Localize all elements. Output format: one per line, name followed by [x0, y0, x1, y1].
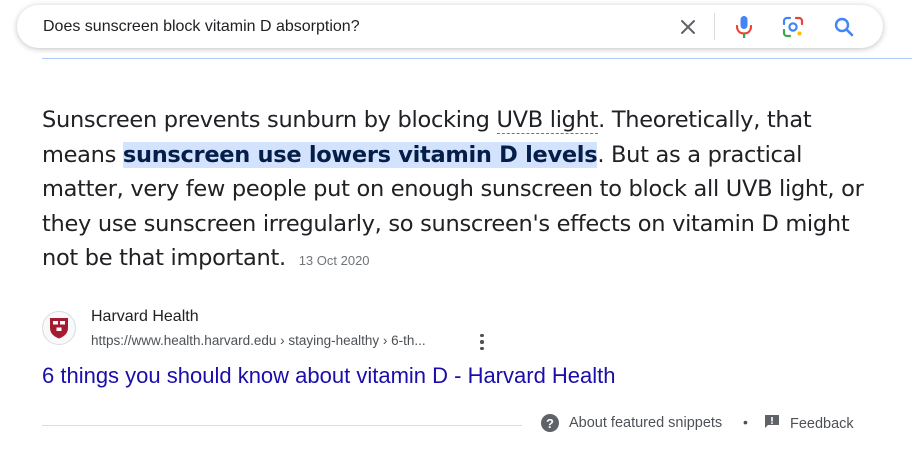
about-label: About featured snippets [569, 415, 723, 431]
help-icon: ? [541, 414, 559, 432]
header-divider [42, 58, 912, 59]
more-options-icon[interactable] [474, 331, 490, 353]
harvard-crest-icon[interactable] [42, 311, 76, 345]
microphone-icon[interactable] [732, 15, 756, 39]
snippet-text-part: Sunscreen prevents sunburn by blocking [42, 107, 497, 133]
feedback-button[interactable]: Feedback [764, 414, 854, 434]
uvb-light-term[interactable]: UVB light [496, 107, 598, 134]
footer-divider [42, 425, 522, 426]
lens-icon[interactable] [781, 15, 805, 39]
clear-icon[interactable] [676, 15, 700, 39]
source-url: https://www.health.harvard.edu › staying… [91, 333, 426, 348]
snippet-highlight: sunscreen use lowers vitamin D levels [122, 141, 598, 168]
result-title-link[interactable]: 6 things you should know about vitamin D… [42, 363, 616, 389]
search-icon[interactable] [832, 15, 856, 39]
search-bar [17, 5, 883, 48]
search-bar-divider [714, 13, 715, 40]
feedback-label: Feedback [790, 416, 854, 432]
footer-separator: • [743, 414, 748, 430]
feedback-icon [764, 414, 780, 434]
featured-snippet-text: Sunscreen prevents sunburn by blocking U… [42, 103, 872, 279]
search-input[interactable] [43, 5, 643, 48]
about-featured-snippets-button[interactable]: ? About featured snippets [541, 414, 722, 432]
snippet-date: 13 Oct 2020 [298, 253, 370, 268]
source-name: Harvard Health [91, 308, 199, 325]
